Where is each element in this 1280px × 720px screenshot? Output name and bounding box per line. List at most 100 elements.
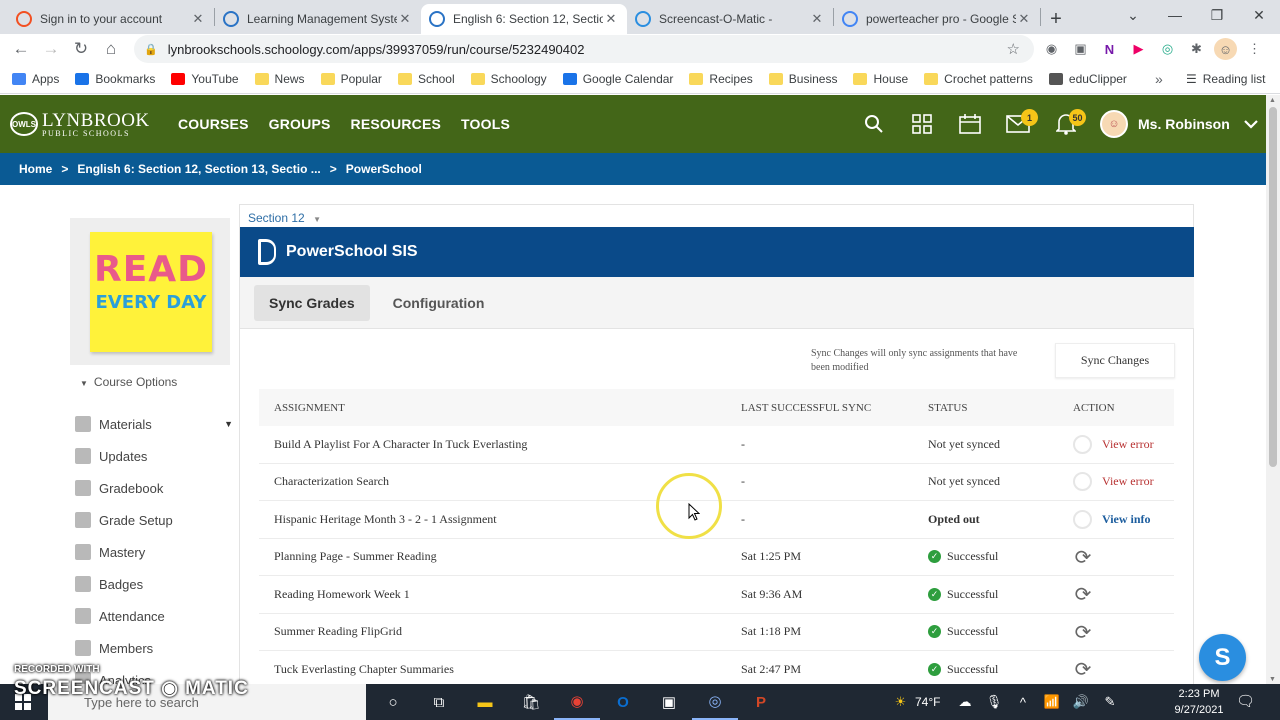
volume-icon[interactable]: 🔊 [1066,694,1095,710]
chrome-icon[interactable]: ◉ [554,684,600,720]
view-error-link[interactable]: View error [1102,437,1154,452]
powerpoint-icon[interactable]: P [738,684,784,720]
maximize-icon[interactable]: ❐ [1196,0,1238,30]
breadcrumb-course[interactable]: English 6: Section 12, Section 13, Secti… [77,162,320,176]
tab-sync-grades[interactable]: Sync Grades [254,284,370,321]
sidebar-item-updates[interactable]: Updates [75,440,235,472]
file-explorer-icon[interactable]: ▬ [462,684,508,720]
sidebar-item-gradebook[interactable]: Gradebook [75,472,235,504]
minimize-icon[interactable]: — [1154,0,1196,30]
back-icon[interactable]: ← [6,35,36,63]
chat-bubble-button[interactable]: S [1199,634,1246,681]
reload-icon[interactable]: ↻ [66,35,96,63]
nav-groups[interactable]: GROUPS [269,116,331,132]
view-info-link[interactable]: View info [1102,512,1151,527]
bookmark-item[interactable]: Recipes [689,72,753,86]
close-tab-icon[interactable]: ✕ [603,11,619,27]
browser-tab[interactable]: English 6: Section 12, Section ✕ [421,4,627,34]
sidebar-item-members[interactable]: Members [75,632,235,664]
close-tab-icon[interactable]: ✕ [397,11,413,27]
bookmark-item[interactable]: Popular [320,72,382,86]
bookmark-star-icon[interactable]: ☆ [1007,40,1020,58]
weather-sun-icon[interactable]: ☀ [886,694,915,710]
page-scrollbar[interactable]: ▲ ▼ [1266,95,1280,685]
resync-icon[interactable]: ⟳ [1073,545,1093,569]
caret-down-icon[interactable]: ▼ [224,419,233,429]
bookmark-item[interactable]: Apps [12,72,59,86]
scroll-down-icon[interactable]: ▼ [1269,676,1276,683]
outlook-icon[interactable]: O [600,684,646,720]
search-icon[interactable] [850,95,898,153]
section-selector[interactable]: Section 12 ▼ [248,211,321,225]
grammar-ext-icon[interactable]: ◎ [1156,38,1179,60]
user-menu[interactable]: ☺ Ms. Robinson [1100,95,1258,153]
store-icon[interactable]: 🛍 [508,684,554,720]
bookmark-item[interactable]: Business [768,72,837,86]
close-window-icon[interactable]: ✕ [1238,0,1280,30]
screencast-app-icon[interactable]: ◎ [692,684,738,720]
tab-configuration[interactable]: Configuration [378,285,500,321]
home-icon[interactable]: ⌂ [96,35,126,63]
bookmark-item[interactable]: House [853,72,908,86]
course-options[interactable]: ▼ Course Options [80,375,177,389]
screencast-ext-icon[interactable]: ▶ [1127,38,1150,60]
camera-icon[interactable]: ◉ [1040,38,1063,60]
browser-tab[interactable]: powerteacher pro - Google S ✕ [834,4,1040,34]
nav-courses[interactable]: COURSES [178,116,249,132]
sidebar-item-mastery[interactable]: Mastery [75,536,235,568]
resync-icon[interactable]: ⟳ [1073,620,1093,644]
resync-icon[interactable]: ⟳ [1073,582,1093,606]
onedrive-icon[interactable]: ☁ [950,694,979,710]
bookmark-item[interactable]: YouTube [171,72,239,86]
bookmark-item[interactable]: Bookmarks [75,72,155,86]
action-center-icon[interactable]: 🗨 [1236,692,1255,710]
zoom-icon[interactable]: ▣ [646,684,692,720]
weather-temp[interactable]: 74°F [915,695,940,709]
sync-changes-button[interactable]: Sync Changes [1055,343,1175,378]
bookmarks-overflow-icon[interactable]: » [1155,71,1163,87]
sidebar-item-attendance[interactable]: Attendance [75,600,235,632]
bookmark-item[interactable]: News [254,72,305,86]
microphone-icon[interactable]: 🎙 [979,694,1008,710]
close-tab-icon[interactable]: ✕ [190,11,206,27]
calendar-icon[interactable] [946,95,994,153]
profile-avatar-icon[interactable]: ☺ [1214,38,1237,60]
onenote-icon[interactable]: N [1098,38,1121,60]
extensions-puzzle-icon[interactable]: ✱ [1185,38,1208,60]
tab-search-icon[interactable]: ⌄ [1112,0,1154,30]
apps-grid-icon[interactable] [898,95,946,153]
district-logo[interactable]: OWLS LYNBROOK PUBLIC SCHOOLS [10,111,168,138]
nav-tools[interactable]: TOOLS [461,116,510,132]
bookmark-item[interactable]: School [397,72,455,86]
bookmark-item[interactable]: Crochet patterns [924,72,1033,86]
breadcrumb-home[interactable]: Home [19,162,52,176]
address-bar[interactable]: 🔒 lynbrookschools.schoology.com/apps/399… [134,35,1034,63]
scrollbar-thumb[interactable] [1269,107,1277,467]
image-icon[interactable]: ▣ [1069,38,1092,60]
resync-icon[interactable]: ⟳ [1073,657,1093,681]
browser-tab[interactable]: Sign in to your account ✕ [8,4,214,34]
chrome-menu-icon[interactable]: ⋮ [1243,38,1266,60]
view-error-link[interactable]: View error [1102,474,1154,489]
task-view-icon[interactable]: ⧉ [416,684,462,720]
close-tab-icon[interactable]: ✕ [809,11,825,27]
pen-icon[interactable]: ✎ [1095,694,1124,710]
tray-overflow-icon[interactable]: ^ [1008,695,1037,710]
notifications-bell-icon[interactable]: 50 [1042,95,1090,153]
wifi-icon[interactable]: 📶 [1037,694,1066,710]
bookmark-item[interactable]: eduClipper [1048,72,1127,86]
bookmark-item[interactable]: Schoology [470,72,547,86]
cortana-icon[interactable]: ○ [370,684,416,720]
new-tab-icon[interactable]: + [1041,4,1071,34]
reading-list-button[interactable]: ☰ Reading list [1186,72,1265,86]
sidebar-item-grade-setup[interactable]: Grade Setup [75,504,235,536]
browser-tab[interactable]: Screencast-O-Matic - ✕ [627,4,833,34]
nav-resources[interactable]: RESOURCES [351,116,441,132]
sidebar-item-badges[interactable]: Badges [75,568,235,600]
forward-icon[interactable]: → [36,35,66,63]
close-tab-icon[interactable]: ✕ [1016,11,1032,27]
sidebar-item-materials[interactable]: Materials ▼ [75,408,235,440]
taskbar-clock[interactable]: 2:23 PM 9/27/2021 [1170,686,1228,718]
browser-tab[interactable]: Learning Management System ✕ [215,4,421,34]
messages-icon[interactable]: 1 [994,95,1042,153]
